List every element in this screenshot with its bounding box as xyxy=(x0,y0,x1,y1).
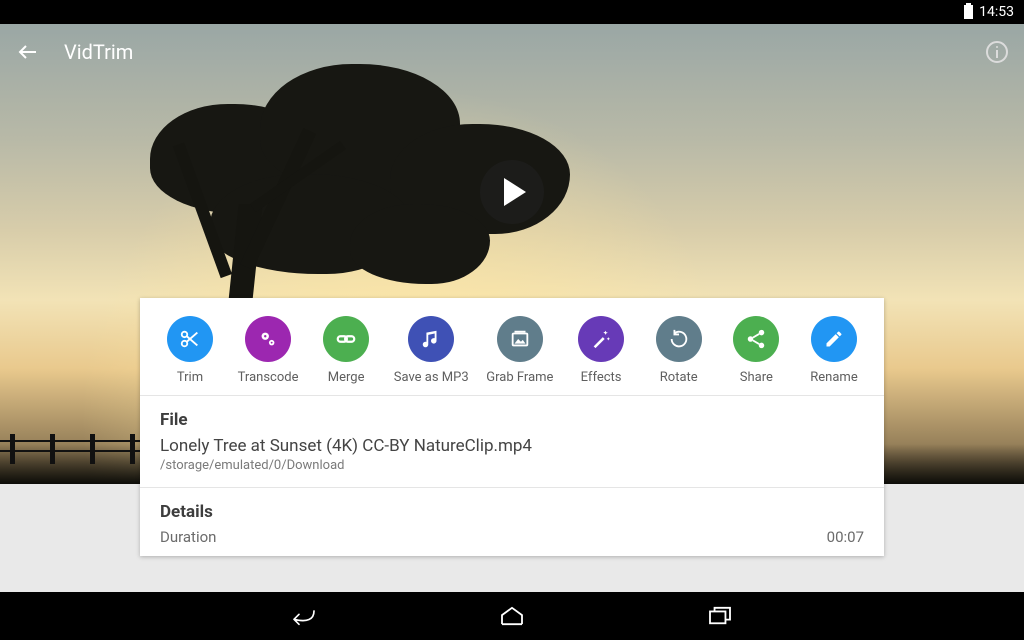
play-button[interactable] xyxy=(480,160,544,224)
action-label: Merge xyxy=(328,370,365,385)
action-label: Transcode xyxy=(238,370,299,385)
file-heading: File xyxy=(160,410,864,430)
rename-button[interactable]: Rename xyxy=(804,316,864,385)
action-row: Trim Transcode Merge xyxy=(140,298,884,396)
nav-home-button[interactable] xyxy=(498,602,526,630)
music-icon xyxy=(408,316,454,362)
pencil-icon xyxy=(811,316,857,362)
battery-icon xyxy=(964,5,973,19)
details-card: Trim Transcode Merge xyxy=(140,298,884,556)
action-label: Grab Frame xyxy=(486,370,553,385)
action-label: Rotate xyxy=(660,370,698,385)
transcode-button[interactable]: Transcode xyxy=(238,316,299,385)
image-icon xyxy=(497,316,543,362)
grab-frame-button[interactable]: Grab Frame xyxy=(486,316,553,385)
action-label: Save as MP3 xyxy=(394,370,469,385)
app-bar: VidTrim xyxy=(0,24,1024,80)
action-label: Effects xyxy=(581,370,622,385)
share-button[interactable]: Share xyxy=(726,316,786,385)
back-button[interactable] xyxy=(16,40,40,64)
scissors-icon xyxy=(167,316,213,362)
effects-button[interactable]: Effects xyxy=(571,316,631,385)
duration-value: 00:07 xyxy=(827,528,864,546)
duration-label: Duration xyxy=(160,528,216,546)
gears-icon xyxy=(245,316,291,362)
link-icon xyxy=(323,316,369,362)
rotate-icon xyxy=(656,316,702,362)
wand-icon xyxy=(578,316,624,362)
nav-bar xyxy=(0,592,1024,640)
status-bar: 14:53 xyxy=(0,0,1024,24)
action-label: Share xyxy=(740,370,773,385)
save-mp3-button[interactable]: Save as MP3 xyxy=(394,316,469,385)
merge-button[interactable]: Merge xyxy=(316,316,376,385)
status-time: 14:53 xyxy=(979,4,1014,20)
nav-recent-button[interactable] xyxy=(706,602,734,630)
info-button[interactable] xyxy=(986,41,1008,63)
action-label: Trim xyxy=(177,370,203,385)
share-icon xyxy=(733,316,779,362)
details-section: Details Duration 00:07 xyxy=(140,487,884,546)
file-section: File Lonely Tree at Sunset (4K) CC-BY Na… xyxy=(140,396,884,473)
file-name: Lonely Tree at Sunset (4K) CC-BY NatureC… xyxy=(160,436,864,456)
trim-button[interactable]: Trim xyxy=(160,316,220,385)
action-label: Rename xyxy=(810,370,857,385)
details-heading: Details xyxy=(160,502,864,522)
rotate-button[interactable]: Rotate xyxy=(649,316,709,385)
app-title: VidTrim xyxy=(64,40,133,64)
nav-back-button[interactable] xyxy=(290,602,318,630)
play-icon xyxy=(504,178,526,206)
duration-row: Duration 00:07 xyxy=(160,528,864,546)
file-path: /storage/emulated/0/Download xyxy=(160,458,864,473)
